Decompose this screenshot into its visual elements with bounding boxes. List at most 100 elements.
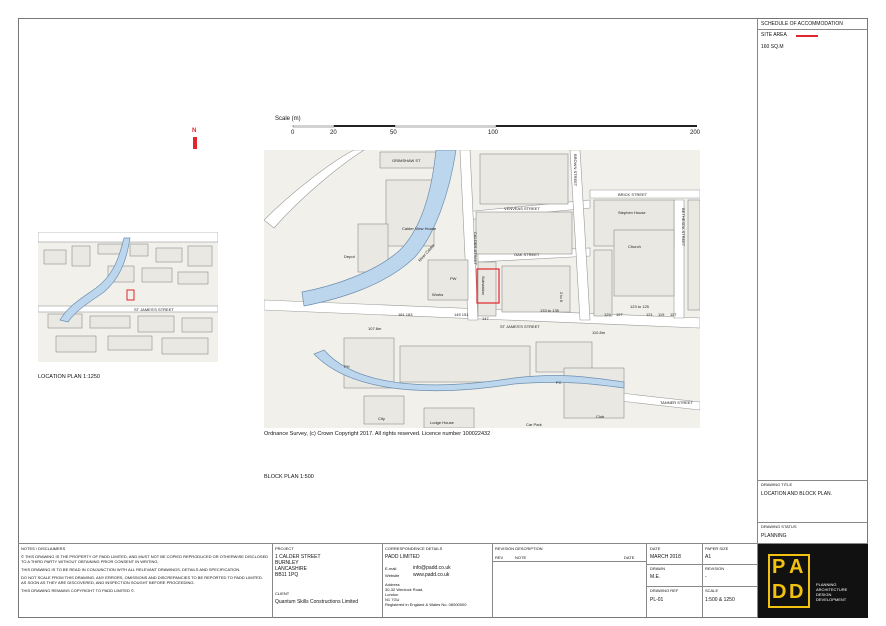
- scale-label: SCALE: [705, 588, 719, 593]
- website-link[interactable]: www.padd.co.uk: [413, 572, 449, 578]
- label-161: 161 163: [398, 312, 413, 317]
- drawing-title-label: DRAWING TITLE: [761, 482, 793, 487]
- note-item: DO NOT SCALE FROM THIS DRAWING. ANY ERRO…: [21, 575, 263, 585]
- notes-list: © THIS DRAWING IS THE PROPERTY OF PADD L…: [21, 554, 269, 593]
- label-lodge: Lodge House: [430, 420, 455, 425]
- label-brick: BRICK STREET: [618, 192, 648, 197]
- scale-tick-20: 20: [330, 130, 337, 136]
- drawing-status-rule: [758, 522, 868, 523]
- location-plan-caption: LOCATION PLAN 1:1250: [38, 374, 100, 380]
- date-value: MARCH 2018: [650, 554, 681, 560]
- label-fc: FC: [556, 380, 561, 385]
- label-church: Church: [628, 244, 641, 249]
- label-st-james: ST JAMES'S STREET: [500, 324, 540, 329]
- scale-tick-0: 0: [291, 130, 295, 136]
- label-car-park: Car Park: [526, 422, 542, 427]
- logo-letter: P: [772, 556, 786, 578]
- correspondence-address: 30-32 Wenlock Road, London N1 7GU Regist…: [385, 587, 466, 607]
- label-2: 2 to 6: [559, 292, 564, 303]
- logo-tagline: PLANNING ARCHITECTURE DESIGN DEVELOPMENT: [816, 582, 847, 602]
- scale-tick-200: 200: [690, 130, 701, 136]
- scale-tick-100: 100: [488, 130, 499, 136]
- divider-project: [382, 543, 383, 618]
- scale-title: Scale (m): [275, 116, 301, 122]
- label-129: 129: [604, 312, 611, 317]
- notes-heading: NOTES / DISCLAIMERS: [21, 546, 66, 551]
- logo-letter: D: [789, 581, 804, 603]
- location-street-label: ST JAMES'S STREET: [134, 307, 174, 312]
- label-bethesda: BETHESDA STREET: [681, 208, 686, 247]
- block-plan-copyright: Ordnance Survey, (c) Crown Copyright 201…: [264, 431, 491, 437]
- date-label: DATE: [650, 546, 661, 551]
- label-127: 127: [616, 312, 623, 317]
- revision-info-label: REVISION: [705, 566, 725, 571]
- label-123: 123 to 125: [630, 304, 650, 309]
- label-bm2: 110.8m: [592, 330, 606, 335]
- drawing-title-value: LOCATION AND BLOCK PLAN.: [761, 491, 833, 497]
- info-rule-1: [647, 564, 757, 565]
- tagline-line: DEVELOPMENT: [816, 597, 847, 602]
- website-label: Website: [385, 573, 400, 578]
- paper-value: A1: [705, 554, 712, 560]
- revision-header-rule: [493, 561, 646, 562]
- label-site: Substation: [481, 276, 486, 295]
- site-area-value: 160 SQ.M: [761, 44, 784, 50]
- label-stephen: Stephen House: [618, 210, 646, 215]
- label-works: Works: [432, 292, 443, 297]
- label-calder-view: Calder View House: [402, 226, 437, 231]
- label-city: City: [378, 416, 385, 421]
- revision-col-date: DATE: [624, 555, 635, 560]
- label-117: 117: [670, 312, 677, 317]
- project-label: PROJECT: [275, 546, 294, 551]
- revision-info-value: -: [705, 574, 707, 580]
- label-grimshaw: GRIMSHAW ST: [392, 158, 421, 163]
- scale-value: 1:500 & 1250: [705, 597, 735, 603]
- note-item: © THIS DRAWING IS THE PROPERTY OF PADD L…: [21, 554, 269, 564]
- label-119: 119: [658, 312, 665, 317]
- drawn-value: M.E.: [650, 574, 661, 580]
- title-column-divider: [757, 18, 758, 543]
- divider-correspondence: [492, 543, 493, 618]
- padd-logo: P A D D PLANNING ARCHITECTURE DESIGN DEV…: [758, 544, 868, 618]
- info-rule-2: [647, 586, 757, 587]
- drawing-status-label: DRAWING STATUS: [761, 524, 797, 529]
- label-bm1: 107.8m: [368, 326, 382, 331]
- scale-bar: [292, 125, 697, 128]
- drawing-ref-value: PL-01: [650, 597, 664, 603]
- logo-letter: A: [789, 556, 804, 578]
- revision-label: REVISION DESCRIPTION: [495, 546, 543, 551]
- registered-line: Registered in England & Wales No. 060000…: [385, 602, 467, 607]
- label-brown-st: BROWN STREET: [573, 154, 578, 187]
- drawing-ref-label: DRAWING REF: [650, 588, 679, 593]
- label-147: 147: [482, 316, 489, 321]
- drawing-status-value: PLANNING: [761, 533, 787, 539]
- revision-col-note: NOTE: [515, 555, 527, 560]
- drawn-label: DRAWN: [650, 566, 665, 571]
- label-depot: Depot: [344, 254, 356, 259]
- north-arrow: N: [191, 128, 199, 152]
- paper-label: PAPER SIZE: [705, 546, 729, 551]
- client-name: Quantum Skills Constructions Limited: [275, 599, 359, 605]
- label-vesting: VENVEAS STREET: [504, 206, 540, 211]
- note-item: THIS DRAWING REMAINS COPYRIGHT TO PADD L…: [21, 588, 136, 593]
- email-link[interactable]: info@padd.co.uk: [413, 565, 451, 571]
- correspondence-label: CORRESPONDENCE DETAILS: [385, 546, 443, 551]
- bottom-panel-divider: [18, 543, 868, 544]
- label-121: 121: [646, 312, 653, 317]
- client-label: CLIENT: [275, 591, 290, 596]
- label-oak: OAK STREET: [514, 252, 540, 257]
- scale-tick-50: 50: [390, 130, 397, 136]
- label-club: Club: [596, 414, 605, 419]
- divider-info: [702, 543, 703, 618]
- label-calder-st: CALDER STREET: [473, 232, 478, 266]
- revision-col-rev: REV: [495, 555, 504, 560]
- email-label: E-mail: [385, 566, 397, 571]
- label-ph: PH: [344, 364, 350, 369]
- note-item: THIS DRAWING IS TO BE READ IN CONJUNCTIO…: [21, 567, 241, 572]
- label-tanner: TANNER STREET: [660, 400, 694, 405]
- site-area-label: SITE AREA: [761, 32, 787, 38]
- block-plan-map: GRIMSHAW ST Calder View House Depot Rive…: [264, 150, 700, 428]
- label-133: 133 to 135: [540, 308, 560, 313]
- correspondence-company: PADD LIMITED: [385, 554, 420, 560]
- project-line: BB11 1PQ: [275, 572, 299, 578]
